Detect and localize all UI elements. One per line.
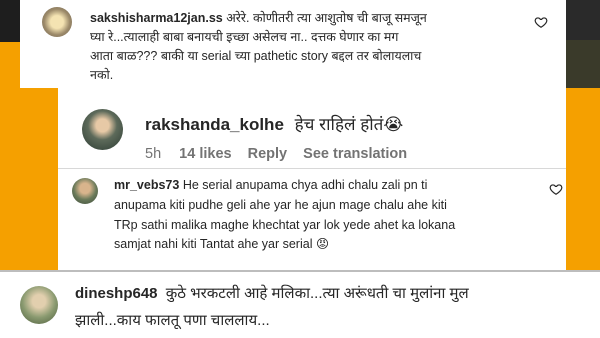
- comment-username[interactable]: rakshanda_kolhe: [145, 115, 284, 134]
- heart-outline-icon[interactable]: [549, 182, 563, 196]
- comment-card-2: rakshanda_kolhe हेच राहिलं होतं😭 5h 14 l…: [58, 96, 566, 168]
- comment-text-line: anupama kiti pudhe geli ahe yar he ajun …: [114, 198, 447, 212]
- avatar[interactable]: [72, 178, 98, 204]
- comment-text: कुठे भरकटली आहे मलिका...त्या अरूंधती चा …: [165, 285, 469, 302]
- see-translation-button[interactable]: See translation: [303, 146, 407, 162]
- comment-username[interactable]: sakshisharma12jan.ss: [90, 11, 223, 25]
- background-dark-blob-right: [566, 40, 600, 88]
- avatar[interactable]: [42, 7, 72, 37]
- comment-text: अरेरे. कोणीतरी त्या आशुतोष ची बाजू समजून: [226, 11, 427, 25]
- background-dark-strip-left: [0, 0, 20, 42]
- avatar[interactable]: [20, 286, 58, 324]
- avatar[interactable]: [82, 109, 123, 150]
- reply-button[interactable]: Reply: [248, 146, 288, 162]
- likes-count[interactable]: 14 likes: [179, 146, 231, 162]
- heart-outline-icon[interactable]: [534, 15, 548, 29]
- comment-username[interactable]: dineshp648: [75, 285, 158, 302]
- comment-card-4: dineshp648 कुठे भरकटली आहे मलिका...त्या …: [0, 272, 600, 338]
- comment-text: हेच राहिलं होतं😭: [294, 115, 404, 134]
- comment-time: 5h: [145, 146, 162, 162]
- comment-username[interactable]: mr_vebs73: [114, 178, 179, 192]
- comment-text-line: आता बाळ??? बाकी या serial च्या pathetic …: [90, 49, 422, 63]
- comment-text: He serial anupama chya adhi chalu zali p…: [182, 178, 428, 192]
- comment-text-line: घ्या रे...त्यालाही बाबा बनायची इच्छा असे…: [90, 30, 399, 44]
- card-divider: [58, 168, 566, 169]
- comment-text-line: नको.: [90, 68, 114, 82]
- comment-text-line: TRp sathi malika maghe khechtat yar lok …: [114, 218, 456, 232]
- background-orange-right: [566, 88, 600, 270]
- comment-text-line: झाली...काय फालतू पणा चाललाय...: [75, 312, 270, 329]
- comment-card-1: sakshisharma12jan.ss अरेरे. कोणीतरी त्या…: [20, 0, 566, 88]
- comment-card-3: mr_vebs73 He serial anupama chya adhi ch…: [58, 168, 566, 270]
- comment-text-line: samjat nahi kiti Tantat ahe yar serial 😡: [114, 237, 329, 251]
